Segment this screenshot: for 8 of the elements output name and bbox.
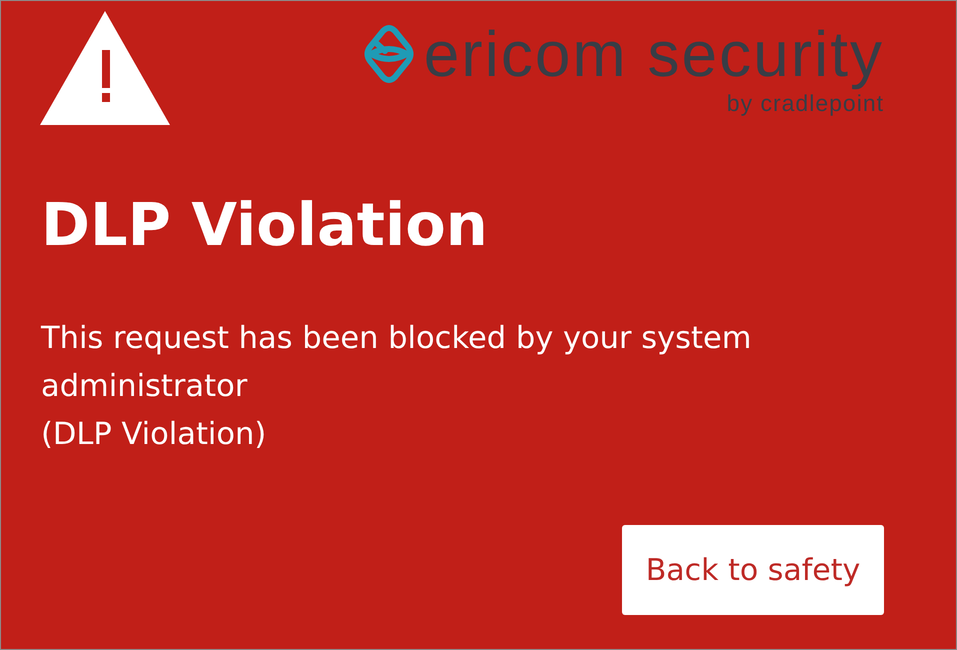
message-text: (DLP Violation) [41,416,268,454]
back-to-safety-button[interactable]: Back to safety [622,525,884,615]
logo-wordmark: ericom security [424,17,884,91]
logo-tagline: by cradlepoint [726,91,884,115]
page-title: DLP Violation [41,189,489,261]
message-text: This request has been blocked by your system administrator [41,320,752,406]
warning-icon [40,11,170,125]
logo-icon [362,24,415,84]
